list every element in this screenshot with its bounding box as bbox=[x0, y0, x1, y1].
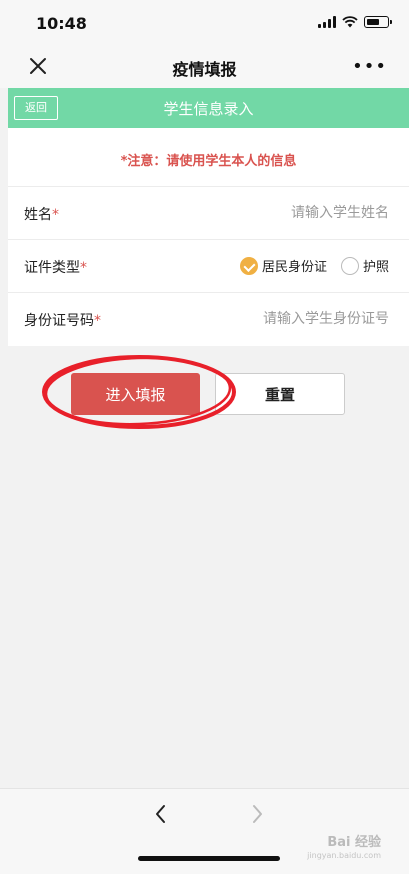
unchecked-icon bbox=[340, 256, 359, 275]
signal-icon bbox=[318, 16, 336, 28]
wifi-icon bbox=[342, 16, 358, 28]
notice-text: *注意：请使用学生本人的信息 bbox=[120, 154, 297, 169]
bottom-toolbar: Bai 经验 jingyan.baidu.com bbox=[0, 788, 409, 874]
radio-resident-id[interactable]: 居民身份证 bbox=[239, 256, 327, 275]
page-title: 疫情填报 bbox=[172, 60, 237, 79]
status-bar: 10:48 bbox=[0, 0, 409, 44]
id-number-row: 身份证号码* bbox=[8, 292, 409, 345]
form-card: *注意：请使用学生本人的信息 姓名* 证件类型* 居民身份证 护照 身份证号码* bbox=[8, 128, 409, 346]
chevron-right-icon bbox=[253, 805, 262, 823]
name-row: 姓名* bbox=[8, 186, 409, 239]
id-number-input[interactable] bbox=[169, 305, 389, 333]
name-label: 姓名* bbox=[24, 207, 59, 223]
checked-icon bbox=[239, 256, 258, 275]
id-number-label: 身份证号码* bbox=[24, 313, 101, 329]
id-type-label: 证件类型* bbox=[24, 260, 87, 276]
section-header: 返回 学生信息录入 bbox=[8, 88, 409, 128]
nav-bar: 疫情填报 ••• bbox=[0, 44, 409, 88]
status-icons bbox=[318, 16, 392, 28]
submit-button[interactable]: 进入填报 bbox=[71, 373, 200, 415]
home-indicator bbox=[138, 856, 280, 861]
section-title: 学生信息录入 bbox=[163, 100, 254, 118]
id-type-radio-group: 居民身份证 护照 bbox=[239, 256, 389, 275]
battery-icon bbox=[364, 16, 392, 28]
chevron-left-icon[interactable] bbox=[152, 803, 170, 825]
watermark-logo: Bai 经验 bbox=[327, 835, 381, 850]
status-time: 10:48 bbox=[36, 14, 87, 33]
more-icon[interactable]: ••• bbox=[352, 56, 387, 77]
battery-level bbox=[367, 19, 379, 25]
radio-passport[interactable]: 护照 bbox=[340, 256, 389, 275]
id-type-row: 证件类型* 居民身份证 护照 bbox=[8, 239, 409, 292]
watermark-url: jingyan.baidu.com bbox=[307, 851, 381, 860]
name-input[interactable] bbox=[169, 199, 389, 227]
reset-button[interactable]: 重置 bbox=[215, 373, 345, 415]
